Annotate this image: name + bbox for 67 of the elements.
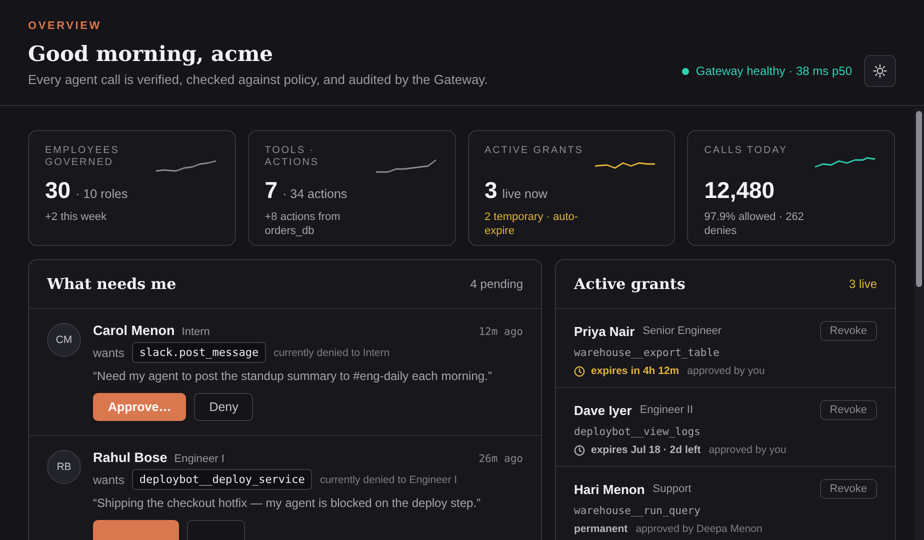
approve-button[interactable] — [93, 520, 179, 540]
role-label: Support — [652, 483, 692, 495]
action-tag: deploybot__deploy_service — [132, 469, 312, 490]
stat-unit: · 34 actions — [282, 187, 348, 201]
clock-icon — [574, 444, 585, 456]
deny-button[interactable] — [187, 520, 245, 540]
role-label: Engineer II — [640, 404, 694, 416]
stat-unit: · 10 roles — [76, 187, 128, 201]
stat-value: 12,480 — [704, 177, 775, 204]
stat-note: +2 this week — [45, 210, 108, 224]
avatar: RB — [47, 450, 81, 484]
gateway-status: Gateway healthy · 38 ms p50 — [696, 64, 852, 78]
revoke-button[interactable]: Revoke — [820, 479, 877, 499]
wants-label: wants — [93, 346, 124, 360]
scrollbar-thumb[interactable] — [916, 111, 922, 287]
count-label: 3 live — [848, 277, 877, 291]
action-tag: slack.post_message — [132, 342, 266, 363]
stat-label: TOOLS · ACTIONS — [264, 145, 320, 169]
role-label: Intern — [182, 326, 210, 338]
role-label: Engineer I — [174, 453, 224, 465]
person-name: Hari Menon — [574, 482, 645, 496]
person-name: Dave Iyer — [574, 402, 632, 418]
person-name: Rahul Bose — [93, 450, 168, 465]
person-name: Priya Nair — [574, 324, 635, 338]
avatar: CM — [47, 323, 81, 357]
approver-note: approved by you — [708, 444, 786, 456]
panel-title: Active grants — [574, 275, 686, 293]
page-subtitle: Every agent call is verified, checked against policy, and audited by the Gateway. — [28, 72, 488, 87]
action-name: warehouse__run_query — [574, 505, 702, 517]
revoke-button[interactable]: Revoke — [820, 400, 877, 420]
scrollbar[interactable] — [914, 108, 924, 540]
stat-note: 2 temporary · auto-expire — [484, 210, 580, 238]
timestamp: 12m ago — [478, 326, 523, 338]
stat-note: +8 actions from orders_db — [264, 210, 342, 238]
stat-label: EMPLOYEES GOVERNED — [45, 145, 120, 169]
policy-note: currently denied to Engineer I — [320, 474, 458, 486]
action-name: deploybot__view_logs — [574, 426, 702, 438]
theme-toggle-button[interactable] — [864, 55, 896, 87]
request-quote: “Need my agent to post the standup summary to #eng-daily each morning.” — [93, 369, 493, 383]
count-label: 4 pending — [470, 277, 523, 291]
approver-note: approved by Deepa Menon — [636, 523, 762, 535]
stat-unit: live now — [502, 187, 548, 201]
timestamp: 26m ago — [478, 453, 523, 465]
stat-value: 30 — [45, 177, 71, 204]
person-name: Carol Menon — [93, 323, 175, 338]
expiry-note: expires Jul 18 · 2d left — [591, 444, 701, 456]
stat-value: 7 — [264, 177, 278, 204]
action-name: warehouse__export_table — [574, 347, 720, 359]
stat-label: CALLS TODAY — [704, 145, 788, 157]
stat-note: 97.9% allowed · 262 denies — [704, 210, 804, 238]
clock-icon — [574, 366, 585, 376]
panel-title: What needs me — [47, 275, 176, 293]
revoke-button[interactable]: Revoke — [820, 321, 877, 341]
request-quote: “Shipping the checkout hotfix — my agent is blocked on the deploy step.” — [93, 496, 482, 510]
deny-button[interactable]: Deny — [194, 393, 254, 421]
approver-note: approved by you — [687, 365, 765, 377]
section-label: OVERVIEW — [28, 20, 102, 32]
sun-icon — [873, 64, 887, 78]
wants-label: wants — [93, 472, 124, 486]
policy-note: currently denied to Intern — [274, 346, 390, 358]
expiry-note: expires in 4h 12m — [591, 365, 680, 377]
stat-label: ACTIVE GRANTS — [484, 145, 584, 157]
approve-button[interactable]: Approve… — [93, 393, 186, 421]
stat-value: 3 — [484, 177, 498, 204]
page-title: Good morning, acme — [28, 41, 274, 66]
role-label: Senior Engineer — [642, 325, 722, 337]
expiry-note: permanent — [574, 523, 628, 535]
